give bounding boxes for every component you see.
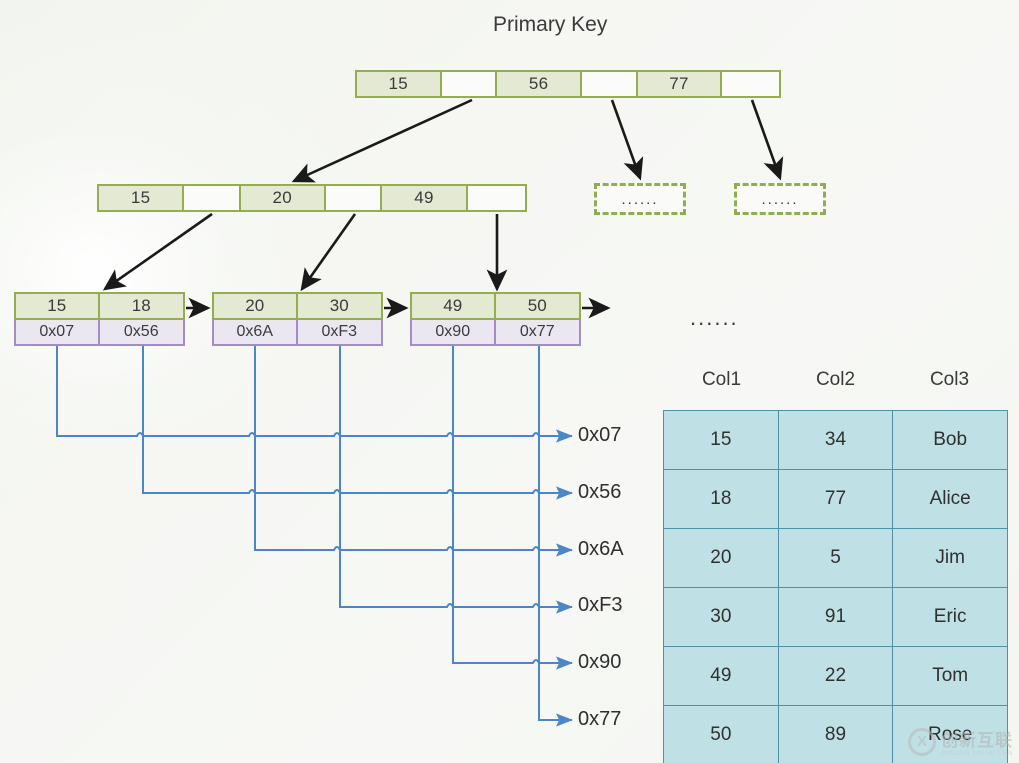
table-row[interactable]: 20 5 Jim [663, 528, 1008, 588]
tree-edge-internal-to-leaf-1 [102, 212, 213, 291]
tree-edge-root-to-placeholder-1 [610, 99, 644, 181]
leaf-1-keys: 15 18 [14, 292, 185, 320]
btree-root-node: 15 56 77 [355, 70, 781, 98]
btree-leaf-node-2: 20 30 0x6A 0xF3 [212, 292, 383, 346]
address-label-0x07: 0x07 [578, 424, 622, 446]
cell-r4-col2: 22 [777, 646, 894, 706]
cell-r4-col3: Tom [892, 646, 1008, 706]
address-label-0xF3: 0xF3 [578, 594, 623, 616]
cell-r0-col3: Bob [892, 410, 1008, 470]
cell-r1-col1: 18 [663, 469, 779, 529]
watermark-cn-label: 创新互联 [940, 731, 1013, 750]
leaf-3-key-0: 49 [412, 294, 496, 318]
leaf-2-key-0: 20 [214, 294, 298, 318]
leaf-2-pointer-1[interactable]: 0xF3 [297, 320, 381, 344]
root-pointer-1[interactable] [581, 72, 638, 96]
cell-r3-col2: 91 [777, 587, 894, 647]
address-label-0x56: 0x56 [578, 481, 622, 503]
table-header-col1: Col1 [701, 369, 742, 390]
leaf-2-key-1: 30 [297, 294, 381, 318]
cell-r5-col2: 89 [777, 705, 894, 763]
tree-edge-internal-to-leaf-2 [300, 213, 357, 292]
address-label-0x77: 0x77 [578, 708, 622, 730]
tree-edge-root-to-internal [291, 98, 473, 183]
internal-key-1: 20 [240, 186, 326, 210]
root-key-0: 15 [357, 72, 442, 96]
pointer-route-0x56 [142, 346, 573, 500]
cell-r2-col3: Jim [892, 528, 1008, 588]
table-row[interactable]: 30 91 Eric [663, 587, 1008, 647]
internal-key-0: 15 [99, 186, 185, 210]
leaf-3-pointer-1[interactable]: 0x77 [495, 320, 579, 344]
tree-edge-root-to-placeholder-2 [750, 99, 784, 181]
btree-leaf-node-3: 49 50 0x90 0x77 [410, 292, 581, 346]
leaf-2-pointers: 0x6A 0xF3 [212, 320, 383, 346]
watermark-text: 创新互联 CHUANG XIN HU LIAN [941, 726, 1013, 757]
leaf-3-pointer-0[interactable]: 0x90 [412, 320, 496, 344]
root-pointer-2[interactable] [722, 72, 779, 96]
cell-r2-col2: 5 [777, 528, 894, 588]
leaf-1-key-1: 18 [99, 294, 183, 318]
address-label-0x6A: 0x6A [578, 538, 624, 560]
leaf-3-keys: 49 50 [410, 292, 581, 320]
leaf-2-keys: 20 30 [212, 292, 383, 320]
table-body: 15 34 Bob 18 77 Alice 20 5 Jim 30 91 Eri… [663, 410, 1008, 763]
btree-internal-node: 15 20 49 [97, 184, 527, 212]
placeholder-subtree-2: ...... [734, 183, 826, 215]
cell-r5-col1: 50 [663, 705, 779, 763]
leaf-level-ellipsis: ...... [690, 305, 739, 330]
pointer-route-0x07 [56, 346, 573, 443]
placeholder-subtree-1: ...... [594, 183, 686, 215]
leaf-1-pointer-0[interactable]: 0x07 [16, 320, 100, 344]
btree-leaf-node-1: 15 18 0x07 0x56 [14, 292, 185, 346]
table-row[interactable]: 18 77 Alice [663, 469, 1008, 529]
table-row[interactable]: 15 34 Bob [663, 410, 1008, 470]
cell-r1-col2: 77 [777, 469, 894, 529]
leaf-2-pointer-0[interactable]: 0x6A [214, 320, 298, 344]
internal-key-2: 49 [382, 186, 468, 210]
leaf-3-key-1: 50 [495, 294, 579, 318]
cell-r2-col1: 20 [663, 528, 779, 588]
watermark: X 创新互联 CHUANG XIN HU LIAN [907, 726, 1013, 757]
leaf-1-pointers: 0x07 0x56 [14, 320, 185, 346]
leaf-3-pointers: 0x90 0x77 [410, 320, 581, 346]
table-row[interactable]: 49 22 Tom [663, 646, 1008, 706]
cell-r0-col2: 34 [777, 410, 894, 470]
cell-r1-col3: Alice [892, 469, 1008, 529]
root-key-2: 77 [637, 72, 723, 96]
root-pointer-0[interactable] [441, 72, 498, 96]
diagram-canvas: Primary Key 15 56 77 15 20 49 ...... ...… [0, 0, 1019, 763]
cell-r4-col1: 49 [663, 646, 779, 706]
cell-r3-col3: Eric [892, 587, 1008, 647]
cell-r0-col1: 15 [663, 410, 779, 470]
address-label-0x90: 0x90 [578, 651, 622, 673]
internal-pointer-0[interactable] [184, 186, 241, 210]
row-data-table: 15 34 Bob 18 77 Alice 20 5 Jim 30 91 Eri… [663, 410, 1008, 763]
leaf-1-pointer-1[interactable]: 0x56 [99, 320, 183, 344]
pointer-route-0x6A [254, 346, 573, 557]
pointer-route-0x90 [452, 346, 573, 670]
cell-r3-col1: 30 [663, 587, 779, 647]
internal-pointer-1[interactable] [325, 186, 383, 210]
watermark-logo-icon: X [907, 727, 936, 756]
page-title: Primary Key [493, 13, 608, 36]
table-header-col3: Col3 [929, 369, 970, 390]
internal-pointer-2[interactable] [467, 186, 525, 210]
pointer-route-0x77 [538, 346, 573, 727]
leaf-1-key-0: 15 [16, 294, 100, 318]
pointer-route-0xF3 [339, 346, 573, 614]
table-header-col2: Col2 [815, 369, 856, 390]
root-key-1: 56 [497, 72, 582, 96]
watermark-en-label: CHUANG XIN HU LIAN [940, 751, 1013, 757]
